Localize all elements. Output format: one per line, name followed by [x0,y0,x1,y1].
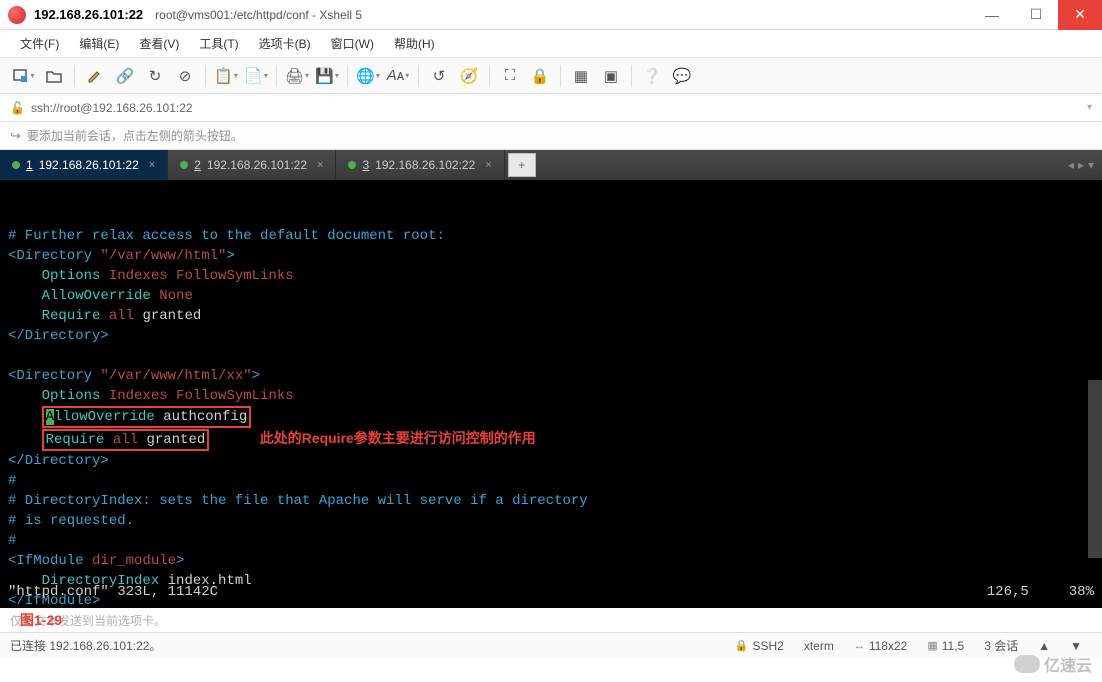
lock-small-icon: 🔓 [10,101,25,115]
status-dot-icon [12,161,20,169]
tab-close-icon[interactable]: × [317,159,323,171]
tab-label: 192.168.26.101:22 [39,158,139,172]
copy-button[interactable]: 📋▾ [212,62,240,90]
title-path: root@vms001:/etc/httpd/conf - Xshell 5 [155,8,362,22]
menu-file[interactable]: 文件(F) [12,31,67,56]
save-button[interactable]: 💾▾ [313,62,341,90]
status-connected: 已连接 192.168.26.101:22。 [10,637,725,654]
help-icon[interactable]: ❔ [638,62,666,90]
status-proto: 🔒SSH2 [725,639,794,653]
figure-label: 图1-29 [20,610,62,630]
add-tab-button[interactable]: + [508,153,536,177]
tab-nav: ◂ ▸ ▾ [1060,150,1102,180]
menu-tools[interactable]: 工具(T) [191,31,246,56]
menu-edit[interactable]: 编辑(E) [71,31,127,56]
tab-next-icon[interactable]: ▸ [1078,158,1084,172]
addressbar: 🔓 ssh://root@192.168.26.101:22 ▾ [0,94,1102,122]
open-button[interactable] [40,62,68,90]
tab-index: 1 [26,158,33,172]
tabbar: 1 192.168.26.101:22 × 2 192.168.26.101:2… [0,150,1102,180]
status-size: ↔118x22 [844,639,917,653]
address-text[interactable]: ssh://root@192.168.26.101:22 [31,101,1087,115]
menubar: 文件(F) 编辑(E) 查看(V) 工具(T) 选项卡(B) 窗口(W) 帮助(… [0,30,1102,58]
edit-button[interactable] [81,62,109,90]
maximize-button[interactable]: ☐ [1014,0,1058,30]
chat-icon[interactable]: 💬 [668,62,696,90]
fullscreen-icon[interactable]: ⛶ [496,62,524,90]
vim-status-line: "httpd.conf" 323L, 11142C 126,5 38% [8,582,1094,602]
title-host: 192.168.26.101:22 [34,7,143,22]
cloud-icon [1014,655,1040,673]
session-list-icon[interactable]: ▦ [567,62,595,90]
paste-button[interactable]: 📄▾ [242,62,270,90]
app-icon [8,6,26,24]
lock-icon: 🔒 [735,639,749,652]
font-button[interactable]: Aᴀ▾ [384,62,412,90]
hint-text: 要添加当前会话，点击左侧的箭头按钮。 [27,127,243,144]
vim-file-info: "httpd.conf" 323L, 11142C [8,582,218,602]
new-session-button[interactable]: ▾ [10,62,38,90]
address-dropdown-icon[interactable]: ▾ [1087,102,1092,113]
window-controls: — ☐ ✕ [970,0,1102,30]
disconnect-button[interactable]: ⊘ [171,62,199,90]
menu-view[interactable]: 查看(V) [131,31,187,56]
grid-icon: ▦ [927,639,937,652]
highlighted-allowoverride: AllowOverride authconfig [42,406,252,428]
session-tab-3[interactable]: 3 192.168.26.102:22 × [336,150,504,180]
globe-button[interactable]: 🌐▾ [354,62,382,90]
vim-cursor-pos: 126,5 [987,582,1029,602]
link-button[interactable]: 🔗 [111,62,139,90]
toolbar: ▾ 🔗 ↻ ⊘ 📋▾ 📄▾ 🖨▾ 💾▾ 🌐▾ Aᴀ▾ ↺ 🧭 ⛶ 🔒 ▦ ▣ ❔… [0,58,1102,94]
status-term: xterm [794,639,844,653]
minimize-button[interactable]: — [970,0,1014,30]
tab-close-icon[interactable]: × [485,159,491,171]
tab-label: 192.168.26.101:22 [207,158,307,172]
tab-label: 192.168.26.102:22 [375,158,475,172]
tab-close-icon[interactable]: × [149,159,155,171]
status-down-icon[interactable]: ▼ [1060,639,1092,653]
scrollbar[interactable] [1088,380,1102,558]
hint-arrow-icon[interactable]: ↪ [10,128,21,144]
term-line: <Directory [8,248,100,264]
resize-icon: ↔ [854,640,865,652]
status-dot-icon [348,161,356,169]
compass-icon[interactable]: 🧭 [455,62,483,90]
status-dot-icon [180,161,188,169]
close-button[interactable]: ✕ [1058,0,1102,30]
vim-scroll-pct: 38% [1069,582,1094,602]
reconnect-button[interactable]: ↻ [141,62,169,90]
tab-menu-icon[interactable]: ▾ [1088,158,1094,172]
refresh-icon[interactable]: ↺ [425,62,453,90]
annotation-text: 此处的Require参数主要进行访问控制的作用 [260,430,536,446]
print-button[interactable]: 🖨▾ [283,62,311,90]
tab-prev-icon[interactable]: ◂ [1068,158,1074,172]
menu-tabs[interactable]: 选项卡(B) [251,31,319,56]
tab-index: 3 [362,158,369,172]
footer-hint: 图1-29 仅将文本发送到当前选项卡。 [0,608,1102,632]
term-line: # Further relax access to the default do… [8,228,445,244]
session-tab-1[interactable]: 1 192.168.26.101:22 × [0,150,168,180]
tab-index: 2 [194,158,201,172]
menu-window[interactable]: 窗口(W) [323,31,382,56]
highlighted-require: Require all granted [42,429,210,451]
hintbar: ↪ 要添加当前会话，点击左侧的箭头按钮。 [0,122,1102,150]
watermark: 亿速云 [1014,652,1092,676]
lock-icon[interactable]: 🔒 [526,62,554,90]
terminal-icon[interactable]: ▣ [597,62,625,90]
session-tab-2[interactable]: 2 192.168.26.101:22 × [168,150,336,180]
status-cursor: ▦11,5 [917,639,974,653]
titlebar: 192.168.26.101:22 root@vms001:/etc/httpd… [0,0,1102,30]
statusbar: 已连接 192.168.26.101:22。 🔒SSH2 xterm ↔118x… [0,632,1102,658]
menu-help[interactable]: 帮助(H) [386,31,443,56]
status-up-icon[interactable]: ▲ [1028,639,1060,653]
terminal-view[interactable]: # Further relax access to the default do… [0,180,1102,608]
